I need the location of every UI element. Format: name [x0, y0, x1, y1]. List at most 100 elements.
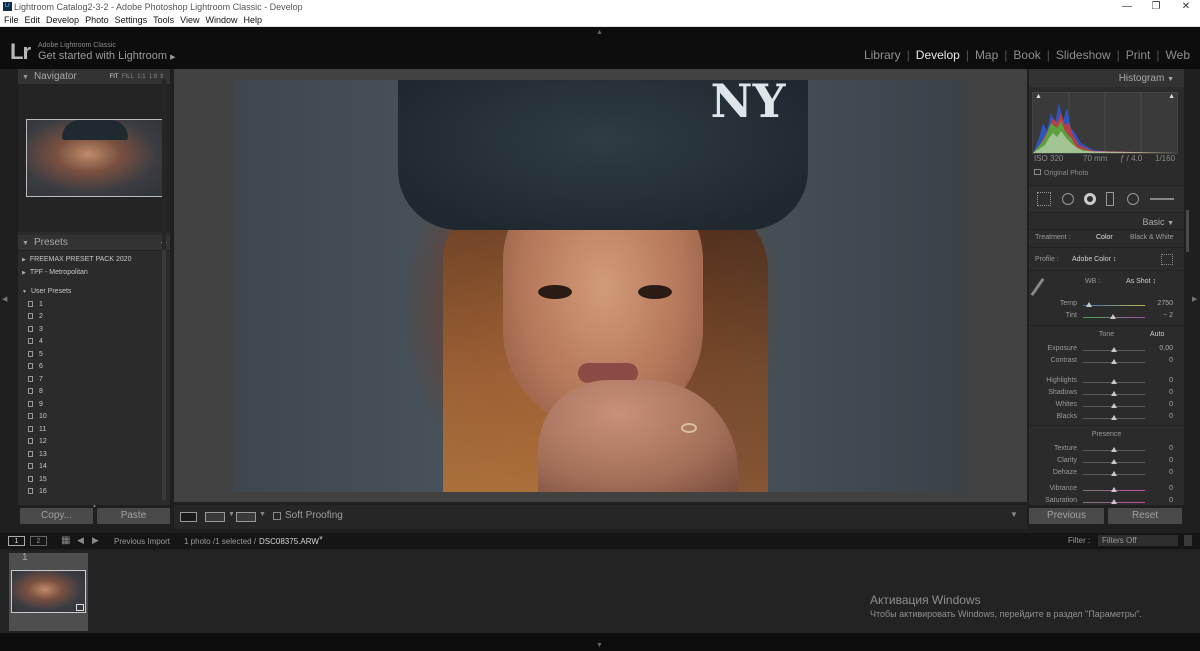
filter-dropdown[interactable]: Filters Off	[1098, 535, 1178, 546]
user-preset-item[interactable]: 3	[18, 324, 170, 337]
dehaze-slider-thumb[interactable]	[1111, 471, 1117, 476]
module-book[interactable]: Book	[1013, 48, 1040, 62]
photo-preview[interactable]: NY	[233, 80, 965, 492]
module-web[interactable]: Web	[1166, 48, 1190, 62]
filmstrip-thumbnail[interactable]	[11, 570, 86, 613]
navigator-header[interactable]: ▼ Navigator FIT FILL 1:1 1:8 ⇕	[18, 69, 170, 85]
highlight-clipping-icon[interactable]: ▲	[1168, 93, 1175, 100]
histogram-header[interactable]: Histogram ▼	[1029, 69, 1184, 87]
saturation-value[interactable]: 0	[1143, 497, 1173, 504]
original-photo-row[interactable]: Original Photo	[1034, 169, 1088, 177]
shadows-value[interactable]: 0	[1143, 389, 1173, 396]
user-preset-item[interactable]: 2	[18, 311, 170, 324]
maximize-button[interactable]: ❐	[1146, 0, 1166, 14]
zoom-1-1[interactable]: 1:1	[137, 74, 145, 80]
basic-panel-header[interactable]: Basic ▼	[1029, 215, 1184, 229]
presets-header[interactable]: ▼Presets +	[18, 235, 170, 251]
texture-value[interactable]: 0	[1143, 445, 1173, 452]
menu-tools[interactable]: Tools	[153, 14, 174, 27]
primary-window-button[interactable]: 1	[8, 536, 25, 546]
auto-tone-button[interactable]: Auto	[1150, 331, 1164, 338]
navigator-thumbnail[interactable]	[26, 119, 164, 197]
forward-arrow-icon[interactable]: ▶	[92, 535, 99, 546]
shadows-slider-thumb[interactable]	[1111, 391, 1117, 396]
user-preset-item[interactable]: 15	[18, 474, 170, 487]
spot-removal-icon[interactable]	[1062, 193, 1074, 205]
vibrance-value[interactable]: 0	[1143, 485, 1173, 492]
radial-filter-icon[interactable]	[1127, 193, 1139, 205]
treatment-bw-button[interactable]: Black & White	[1130, 234, 1174, 241]
bottom-panel-toggle-icon[interactable]: ▼	[596, 642, 603, 649]
module-print[interactable]: Print	[1126, 48, 1151, 62]
menu-settings[interactable]: Settings	[115, 14, 148, 27]
filter-lock-icon[interactable]	[1184, 535, 1192, 546]
filename-dropdown-icon[interactable]: ▼	[318, 536, 324, 542]
previous-button[interactable]: Previous	[1029, 508, 1104, 524]
swap-before-after-icon[interactable]	[236, 512, 256, 522]
user-preset-item[interactable]: 11	[18, 424, 170, 437]
menu-develop[interactable]: Develop	[46, 14, 79, 27]
blacks-value[interactable]: 0	[1143, 413, 1173, 420]
highlights-slider-thumb[interactable]	[1111, 379, 1117, 384]
soft-proofing-checkbox[interactable]	[273, 512, 281, 520]
preset-group-item[interactable]: ▶ TPF - Metropolitan	[18, 267, 170, 280]
contrast-value[interactable]: 0	[1143, 357, 1173, 364]
minimize-button[interactable]: —	[1117, 0, 1137, 14]
secondary-window-button[interactable]: 2	[30, 536, 47, 546]
profile-browser-icon[interactable]	[1161, 254, 1173, 265]
preset-group-item[interactable]: ▶ FREEMAX PRESET PACK 2020	[18, 254, 170, 267]
left-panel-toggle-icon[interactable]: ◀	[2, 295, 7, 303]
user-preset-item[interactable]: 5	[18, 349, 170, 362]
user-preset-item[interactable]: 12	[18, 436, 170, 449]
exposure-value[interactable]: 0,00	[1143, 345, 1173, 352]
toolbar-menu-arrow-icon[interactable]: ▼	[1010, 510, 1018, 519]
back-arrow-icon[interactable]: ◀	[77, 535, 84, 546]
loupe-view-icon[interactable]	[180, 512, 197, 522]
copy-button[interactable]: Copy...	[20, 508, 93, 524]
exposure-slider-thumb[interactable]	[1111, 347, 1117, 352]
whites-slider-thumb[interactable]	[1111, 403, 1117, 408]
grid-view-icon[interactable]: ▦	[61, 535, 70, 546]
zoom-1-8[interactable]: 1:8	[149, 74, 157, 80]
original-photo-checkbox[interactable]	[1034, 169, 1041, 175]
user-preset-item[interactable]: 8	[18, 386, 170, 399]
tint-value[interactable]: − 2	[1143, 312, 1173, 319]
right-panel-toggle-icon[interactable]: ▶	[1192, 295, 1197, 303]
user-preset-item[interactable]: 13	[18, 449, 170, 462]
user-preset-item[interactable]: 1	[18, 299, 170, 312]
blacks-slider-thumb[interactable]	[1111, 415, 1117, 420]
user-preset-item[interactable]: 6	[18, 361, 170, 374]
menu-help[interactable]: Help	[244, 14, 263, 27]
top-panel-toggle-icon[interactable]: ▲	[596, 29, 603, 36]
get-started-link[interactable]: Get started with Lightroom ▶	[38, 50, 175, 62]
texture-slider-thumb[interactable]	[1111, 447, 1117, 452]
dropdown-arrow-icon[interactable]: ▼	[228, 511, 235, 518]
user-preset-item[interactable]: 4	[18, 336, 170, 349]
histogram-graph[interactable]: ▲ ▲	[1032, 92, 1178, 154]
clarity-slider-thumb[interactable]	[1111, 459, 1117, 464]
menu-file[interactable]: File	[4, 14, 19, 27]
menu-edit[interactable]: Edit	[25, 14, 41, 27]
module-library[interactable]: Library	[864, 48, 901, 62]
clarity-value[interactable]: 0	[1143, 457, 1173, 464]
profile-dropdown[interactable]: Adobe Color ↕	[1072, 256, 1116, 263]
paste-button[interactable]: Paste	[97, 508, 170, 524]
whites-value[interactable]: 0	[1143, 401, 1173, 408]
adjustment-brush-icon[interactable]	[1150, 198, 1174, 200]
crop-tool-icon[interactable]	[1037, 192, 1051, 206]
shadow-clipping-icon[interactable]: ▲	[1035, 93, 1042, 100]
tint-slider-thumb[interactable]	[1110, 314, 1117, 319]
dehaze-value[interactable]: 0	[1143, 469, 1173, 476]
temp-slider[interactable]	[1083, 305, 1145, 306]
zoom-fill[interactable]: FILL	[122, 74, 134, 80]
navigator-preview-area[interactable]	[18, 85, 170, 232]
reset-button[interactable]: Reset	[1108, 508, 1182, 524]
user-preset-item[interactable]: 16	[18, 486, 170, 499]
saturation-slider-thumb[interactable]	[1111, 499, 1117, 504]
filmstrip-source[interactable]: Previous Import	[114, 537, 170, 546]
wb-dropdown[interactable]: As Shot ↕	[1126, 278, 1156, 285]
preset-group-item[interactable]: ▼ User Presets	[18, 286, 170, 299]
zoom-fit[interactable]: FIT	[110, 74, 119, 80]
temp-slider-thumb[interactable]	[1086, 302, 1093, 307]
highlights-value[interactable]: 0	[1143, 377, 1173, 384]
